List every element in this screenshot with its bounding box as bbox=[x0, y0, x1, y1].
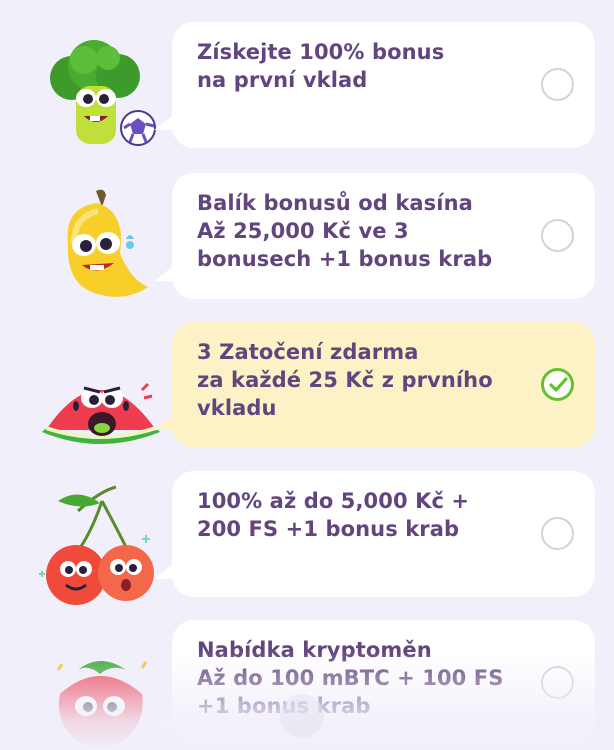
offer-radio-button[interactable] bbox=[541, 219, 574, 252]
bonus-offer-card[interactable]: Nabídka kryptoměn Až do 100 mBTC + 100 F… bbox=[154, 620, 595, 746]
bonus-offer-card[interactable]: Získejte 100% bonus na první vklad bbox=[154, 22, 595, 148]
bonus-offer-row[interactable]: 100% až do 5,000 Kč + 200 FS +1 bonus kr… bbox=[0, 471, 614, 605]
bonus-offer-card[interactable]: Balík bonusů od kasína Až 25,000 Kč ve 3… bbox=[154, 173, 595, 299]
bonus-offer-text: 3 Zatočení zdarma za každé 25 Kč z první… bbox=[197, 340, 493, 420]
bonus-offer-row[interactable]: Získejte 100% bonus na první vklad bbox=[0, 22, 614, 150]
strawberry-icon bbox=[38, 630, 163, 750]
speech-bubble-tail bbox=[154, 708, 180, 728]
checkmark-icon bbox=[549, 377, 568, 392]
offer-radio-button[interactable] bbox=[541, 68, 574, 101]
bonus-offer-text: Balík bonusů od kasína Až 25,000 Kč ve 3… bbox=[197, 191, 493, 271]
bonus-offer-row[interactable]: 3 Zatočení zdarma za každé 25 Kč z první… bbox=[0, 322, 614, 450]
bonus-offer-text: Nabídka kryptoměn Až do 100 mBTC + 100 F… bbox=[197, 638, 504, 718]
bonus-offer-card-selected[interactable]: 3 Zatočení zdarma za každé 25 Kč z první… bbox=[154, 322, 595, 448]
offer-radio-button[interactable] bbox=[541, 517, 574, 550]
cherries-icon bbox=[38, 481, 163, 605]
speech-bubble-tail bbox=[154, 559, 180, 579]
banana-icon bbox=[38, 183, 163, 298]
watermelon-icon bbox=[38, 332, 163, 447]
speech-bubble-tail bbox=[154, 410, 180, 430]
bonus-offer-text: 100% až do 5,000 Kč + 200 FS +1 bonus kr… bbox=[197, 489, 470, 541]
speech-bubble-tail bbox=[154, 261, 180, 281]
bonus-offer-card[interactable]: 100% až do 5,000 Kč + 200 FS +1 bonus kr… bbox=[154, 471, 595, 597]
broccoli-soccer-icon bbox=[38, 32, 163, 147]
bonus-offer-list: Získejte 100% bonus na první vklad Balík… bbox=[0, 0, 614, 750]
bonus-offer-row[interactable]: Balík bonusů od kasína Až 25,000 Kč ve 3… bbox=[0, 173, 614, 301]
speech-bubble-tail bbox=[154, 110, 180, 130]
offer-radio-button-checked[interactable] bbox=[541, 368, 574, 401]
scroll-down-hint[interactable] bbox=[280, 694, 324, 738]
offer-radio-button[interactable] bbox=[541, 666, 574, 699]
bonus-offer-text: Získejte 100% bonus na první vklad bbox=[197, 40, 445, 92]
